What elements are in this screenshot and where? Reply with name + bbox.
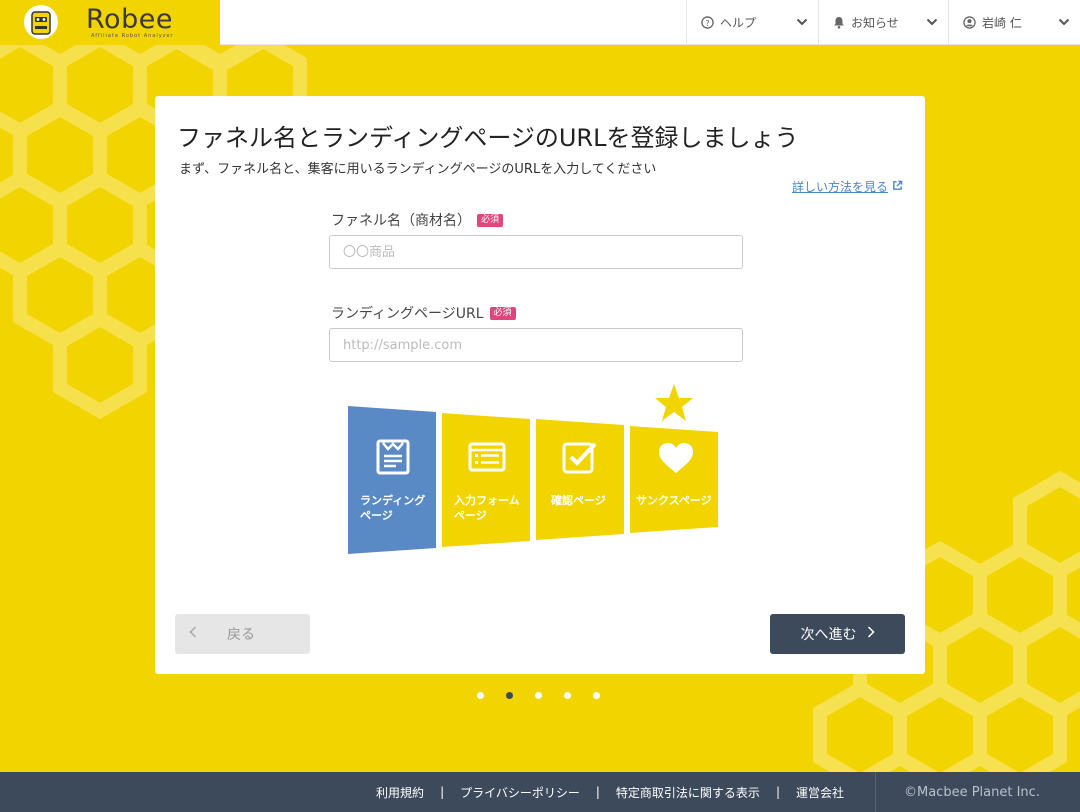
svg-text:?: ? <box>705 18 709 28</box>
nav-user-menu[interactable]: 岩崎 仁 <box>948 0 1080 45</box>
footer-link-company[interactable]: 運営会社 <box>780 784 860 801</box>
page-title: ファネル名とランディングページのURLを登録しましょう <box>177 124 799 152</box>
nav-notifications[interactable]: お知らせ <box>818 0 948 45</box>
nav-help-label: ヘルプ <box>720 16 757 30</box>
next-button[interactable]: 次へ進む <box>770 614 905 654</box>
footer: 利用規約 | プライバシーポリシー | 特定商取引法に関する表示 | 運営会社 … <box>0 772 1080 812</box>
stage-1-line1: ランディング <box>360 494 426 507</box>
funnel-name-label-text: ファネル名（商材名） <box>331 213 471 229</box>
heart-icon <box>658 442 694 478</box>
funnel-stage-2-shape <box>442 413 530 547</box>
step-indicator <box>477 692 600 699</box>
chevron-down-icon <box>1058 16 1070 31</box>
footer-link-commerce-law[interactable]: 特定商取引法に関する表示 <box>600 784 776 801</box>
footer-link-terms[interactable]: 利用規約 <box>360 784 440 801</box>
lp-url-label: ランディングページURL 必須 <box>331 303 516 323</box>
funnel-stage-4-label: サンクスページ <box>636 493 712 508</box>
back-button[interactable]: 戻る <box>175 614 310 654</box>
logo-text: Robee <box>86 4 173 35</box>
stage-1-line2: ページ <box>360 509 393 522</box>
funnel-diagram: ランディング ページ 入力フォーム ページ 確認ページ サンクスページ <box>348 384 720 556</box>
star-icon <box>655 384 693 421</box>
nav-help[interactable]: ? ヘルプ <box>686 0 818 45</box>
step-dot[interactable] <box>593 692 600 699</box>
footer-link-privacy[interactable]: プライバシーポリシー <box>444 784 596 801</box>
document-icon <box>376 439 410 479</box>
stage-2-line2: ページ <box>454 509 487 522</box>
funnel-stage-2-label: 入力フォーム ページ <box>454 493 520 523</box>
chevron-left-icon <box>189 626 197 642</box>
stage-3-line1: 確認ページ <box>551 494 606 507</box>
user-name: 岩崎 仁 <box>982 16 1022 30</box>
help-link[interactable]: 詳しい方法を見る <box>792 178 903 195</box>
stage-2-line1: 入力フォーム <box>454 494 520 507</box>
help-link-label: 詳しい方法を見る <box>791 180 888 194</box>
step-dot-active[interactable] <box>506 692 513 699</box>
funnel-stage-3-shape <box>536 419 624 540</box>
back-button-label: 戻る <box>227 627 255 643</box>
required-badge: 必須 <box>489 306 516 320</box>
step-dot[interactable] <box>477 692 484 699</box>
logo[interactable]: Robee Affiliate Robot Analyzer <box>0 0 220 45</box>
registration-card: ファネル名とランディングページのURLを登録しましょう まず、ファネル名と、集客… <box>155 96 925 674</box>
step-dot[interactable] <box>535 692 542 699</box>
funnel-name-label: ファネル名（商材名） 必須 <box>331 210 504 230</box>
stage-4-line1: サンクスページ <box>636 494 712 507</box>
copyright: ©Macbee Planet Inc. <box>875 772 1080 812</box>
funnel-stage-1-shape <box>348 406 436 554</box>
user-circle-icon <box>963 16 976 29</box>
chevron-down-icon <box>926 16 938 31</box>
funnel-stage-3-label: 確認ページ <box>551 493 606 508</box>
top-header: Robee Affiliate Robot Analyzer ? ヘルプ お知ら… <box>0 0 1080 45</box>
required-badge: 必須 <box>477 213 504 227</box>
funnel-name-input[interactable] <box>329 235 743 269</box>
question-circle-icon: ? <box>701 16 714 29</box>
external-link-icon <box>892 180 903 194</box>
page-subtitle: まず、ファネル名と、集客に用いるランディングページのURLを入力してください <box>179 162 657 177</box>
funnel-stage-1-label: ランディング ページ <box>360 493 425 523</box>
step-dot[interactable] <box>564 692 571 699</box>
footer-links: 利用規約 | プライバシーポリシー | 特定商取引法に関する表示 | 運営会社 <box>360 772 860 812</box>
checkbox-icon <box>562 440 598 478</box>
next-button-label: 次へ進む <box>800 627 857 643</box>
chevron-down-icon <box>796 16 808 31</box>
logo-subtitle: Affiliate Robot Analyzer <box>91 33 174 39</box>
chevron-right-icon <box>867 626 875 642</box>
bell-icon <box>833 16 845 29</box>
form-list-icon <box>468 442 506 476</box>
robot-logo-icon <box>24 5 58 39</box>
lp-url-label-text: ランディングページURL <box>331 306 484 322</box>
lp-url-input[interactable] <box>329 328 743 362</box>
nav-notifications-label: お知らせ <box>851 16 899 30</box>
